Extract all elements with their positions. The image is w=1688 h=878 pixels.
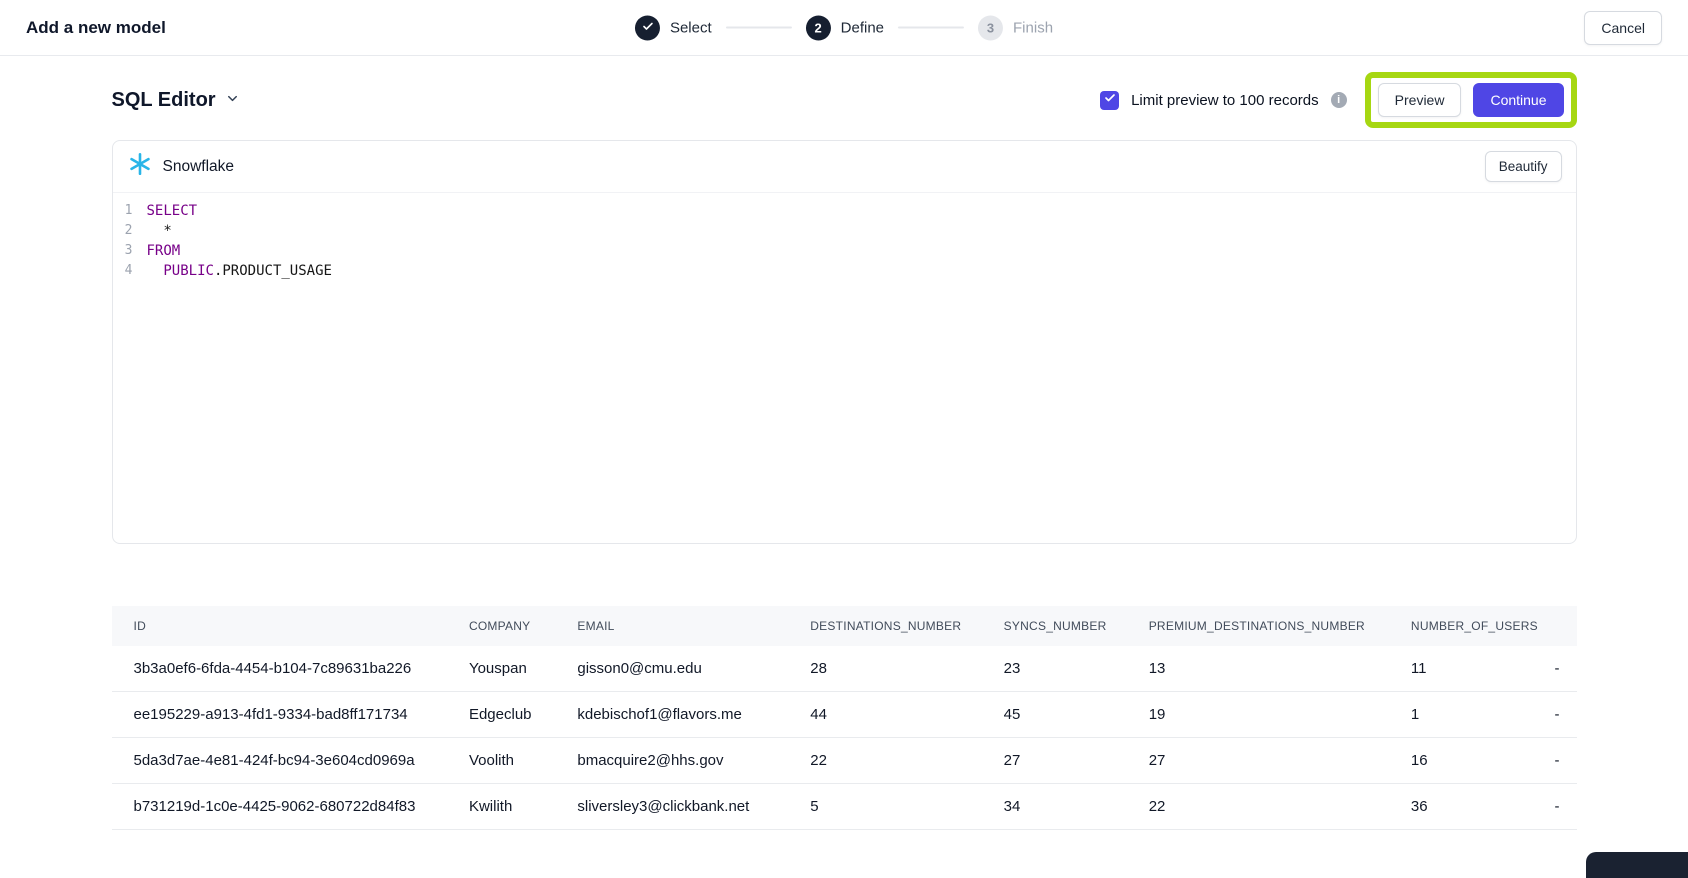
table-cell: Youspan [469, 646, 577, 692]
column-header: ID [112, 606, 469, 646]
table-cell: bmacquire2@hhs.gov [577, 738, 810, 784]
table-cell: 22 [1149, 784, 1411, 830]
chat-widget[interactable] [1586, 852, 1688, 878]
table-cell: kdebischof1@flavors.me [577, 692, 810, 738]
preview-button[interactable]: Preview [1378, 83, 1462, 117]
table-cell: sliversley3@clickbank.net [577, 784, 810, 830]
table-cell: 28 [810, 646, 1003, 692]
table-cell: Edgeclub [469, 692, 577, 738]
column-header: NUMBER_OF_USERS [1411, 606, 1555, 646]
editor-toolbar: SQL Editor Limit preview to 100 records … [112, 72, 1577, 128]
table-cell: - [1554, 738, 1576, 784]
editor-type-dropdown[interactable]: SQL Editor [112, 89, 240, 112]
table-cell: 11 [1411, 646, 1555, 692]
column-header: DESTINATIONS_NUMBER [810, 606, 1003, 646]
cancel-button[interactable]: Cancel [1584, 11, 1662, 45]
line-number: 3 [113, 241, 147, 261]
limit-preview-checkbox[interactable] [1100, 91, 1119, 110]
table-cell: b731219d-1c0e-4425-9062-680722d84f83 [112, 784, 469, 830]
step-define-circle: 2 [806, 15, 831, 40]
table-cell: gisson0@cmu.edu [577, 646, 810, 692]
toolbar-right: Limit preview to 100 records i Preview C… [1100, 72, 1576, 128]
table-cell: - [1554, 646, 1576, 692]
code-line: 4 PUBLIC.PRODUCT_USAGE [113, 261, 1576, 281]
step-finish-label: Finish [1013, 19, 1053, 36]
source-name: Snowflake [163, 158, 235, 176]
check-icon [1104, 91, 1116, 109]
preview-table-section: IDCOMPANYEMAILDESTINATIONS_NUMBERSYNCS_N… [112, 606, 1577, 830]
table-cell: 1 [1411, 692, 1555, 738]
column-header: COMPANY [469, 606, 577, 646]
table-row: 5da3d7ae-4e81-424f-bc94-3e604cd0969aVool… [112, 738, 1577, 784]
table-cell: 34 [1004, 784, 1149, 830]
code-line: 3FROM [113, 241, 1576, 261]
table-cell: Kwilith [469, 784, 577, 830]
annotation-highlight-box: Preview Continue [1365, 72, 1577, 128]
line-number: 2 [113, 221, 147, 241]
continue-button[interactable]: Continue [1473, 83, 1563, 117]
page-title: Add a new model [26, 18, 166, 38]
table-cell: 13 [1149, 646, 1411, 692]
table-row: b731219d-1c0e-4425-9062-680722d84f83Kwil… [112, 784, 1577, 830]
limit-preview-label: Limit preview to 100 records [1131, 92, 1319, 109]
table-cell: 3b3a0ef6-6fda-4454-b104-7c89631ba226 [112, 646, 469, 692]
top-bar: Add a new model Select 2 Define 3 Finish… [0, 0, 1688, 56]
column-header: PREMIUM_DESTINATIONS_NUMBER [1149, 606, 1411, 646]
info-icon[interactable]: i [1331, 92, 1347, 108]
code-text: SELECT [147, 201, 198, 221]
snowflake-icon [127, 151, 153, 182]
table-cell: 5 [810, 784, 1003, 830]
code-text: * [147, 221, 172, 241]
code-line: 2 * [113, 221, 1576, 241]
table-cell: Voolith [469, 738, 577, 784]
line-number: 1 [113, 201, 147, 221]
editor-card-header: Snowflake Beautify [113, 141, 1576, 193]
wizard-stepper: Select 2 Define 3 Finish [635, 15, 1053, 40]
table-cell: - [1554, 692, 1576, 738]
table-cell: - [1554, 784, 1576, 830]
main-content: SQL Editor Limit preview to 100 records … [112, 72, 1577, 830]
table-cell: 22 [810, 738, 1003, 784]
table-cell: 44 [810, 692, 1003, 738]
table-cell: 16 [1411, 738, 1555, 784]
table-row: ee195229-a913-4fd1-9334-bad8ff171734Edge… [112, 692, 1577, 738]
editor-type-label: SQL Editor [112, 89, 216, 112]
table-cell: 27 [1004, 738, 1149, 784]
table-cell: ee195229-a913-4fd1-9334-bad8ff171734 [112, 692, 469, 738]
line-number: 4 [113, 261, 147, 281]
code-line: 1SELECT [113, 201, 1576, 221]
step-connector [726, 27, 792, 29]
sql-editor-card: Snowflake Beautify 1SELECT2 *3FROM4 PUBL… [112, 140, 1577, 544]
step-finish-circle: 3 [978, 15, 1003, 40]
step-define: 2 Define [806, 15, 884, 40]
table-header-row: IDCOMPANYEMAILDESTINATIONS_NUMBERSYNCS_N… [112, 606, 1577, 646]
step-connector [898, 27, 964, 29]
step-select-label: Select [670, 19, 712, 36]
check-icon [641, 20, 653, 35]
step-select-circle [635, 15, 660, 40]
preview-table: IDCOMPANYEMAILDESTINATIONS_NUMBERSYNCS_N… [112, 606, 1577, 830]
source-info: Snowflake [127, 151, 235, 182]
table-cell: 23 [1004, 646, 1149, 692]
column-header [1554, 606, 1576, 646]
code-text: PUBLIC.PRODUCT_USAGE [147, 261, 332, 281]
sql-code-editor[interactable]: 1SELECT2 *3FROM4 PUBLIC.PRODUCT_USAGE [113, 193, 1576, 544]
column-header: SYNCS_NUMBER [1004, 606, 1149, 646]
beautify-button[interactable]: Beautify [1485, 151, 1562, 182]
code-text: FROM [147, 241, 181, 261]
table-cell: 45 [1004, 692, 1149, 738]
table-cell: 19 [1149, 692, 1411, 738]
chevron-down-icon [225, 89, 240, 112]
step-finish: 3 Finish [978, 15, 1053, 40]
step-define-label: Define [841, 19, 884, 36]
table-cell: 27 [1149, 738, 1411, 784]
table-row: 3b3a0ef6-6fda-4454-b104-7c89631ba226Yous… [112, 646, 1577, 692]
step-select: Select [635, 15, 712, 40]
table-cell: 36 [1411, 784, 1555, 830]
table-cell: 5da3d7ae-4e81-424f-bc94-3e604cd0969a [112, 738, 469, 784]
table-body: 3b3a0ef6-6fda-4454-b104-7c89631ba226Yous… [112, 646, 1577, 830]
column-header: EMAIL [577, 606, 810, 646]
